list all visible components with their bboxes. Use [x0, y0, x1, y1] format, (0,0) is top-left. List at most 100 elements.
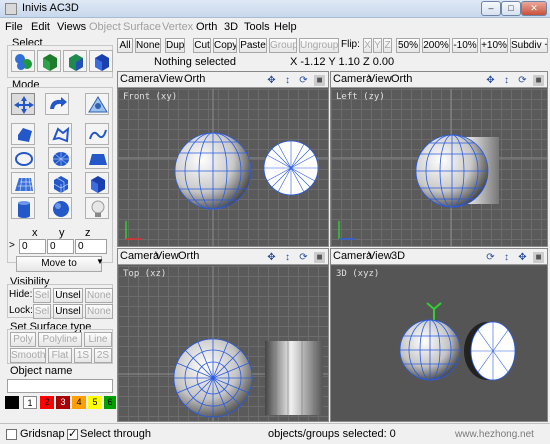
pan-icon[interactable]: ✥ [485, 75, 496, 86]
hide-unsel-button[interactable]: Unsel [53, 288, 83, 303]
lock-unsel-button[interactable]: Unsel [53, 304, 83, 319]
surface-poly-button[interactable]: Poly [10, 332, 36, 347]
palette-swatch-6[interactable]: 6 [104, 396, 116, 409]
copy-button[interactable]: Copy [213, 38, 237, 53]
menu-file[interactable]: File [5, 21, 23, 33]
zoom-icon[interactable]: ↕ [501, 75, 512, 86]
select-groups-tool[interactable] [63, 50, 87, 72]
light-mode-tool[interactable] [85, 93, 109, 115]
menu-help[interactable]: Help [274, 21, 297, 33]
palette-swatch-0[interactable] [5, 396, 19, 409]
x-coord-input[interactable]: 0 [19, 239, 46, 254]
create-grid-box-tool[interactable] [48, 172, 72, 194]
y-coord-input[interactable]: 0 [47, 239, 74, 254]
menu-surface[interactable]: Surface [123, 21, 161, 33]
minimize-button[interactable]: – [481, 1, 501, 16]
viewport-orth-menu[interactable]: Orth [178, 250, 199, 262]
viewport-camera-menu[interactable]: Camera [333, 73, 372, 85]
3d-disk[interactable] [470, 321, 516, 381]
menu-orth[interactable]: Orth [196, 21, 217, 33]
viewport-3d-canvas[interactable]: 3D (xyz) [331, 266, 547, 421]
close-button[interactable]: ✕ [521, 1, 547, 16]
create-mesh-tool[interactable] [11, 172, 35, 194]
left-sphere[interactable] [415, 134, 489, 208]
surface-line-button[interactable]: Line [84, 332, 112, 347]
select-none-button[interactable]: None [135, 38, 161, 53]
hide-sel-button[interactable]: Sel [33, 288, 51, 303]
lock-sel-button[interactable]: Sel [33, 304, 51, 319]
create-circle-tool[interactable] [11, 147, 35, 169]
maximize-viewport-icon[interactable]: ■ [314, 75, 325, 86]
front-sphere[interactable] [174, 132, 252, 210]
surface-polyline-button[interactable]: Polyline [38, 332, 82, 347]
viewport-left-canvas[interactable]: Left (zy) [331, 89, 547, 246]
lock-none-button[interactable]: None [85, 304, 113, 319]
surface-flat-button[interactable]: Flat [48, 348, 72, 363]
zoom-50-button[interactable]: 50% [396, 38, 420, 53]
rotate-icon[interactable]: ⟳ [298, 75, 309, 86]
viewport-front-canvas[interactable]: Front (xy) [118, 89, 328, 246]
viewport-orth-menu[interactable]: Orth [184, 73, 205, 85]
viewport-camera-menu[interactable]: Camera [120, 250, 159, 262]
menu-tools[interactable]: Tools [244, 21, 270, 33]
gridsnap-checkbox[interactable] [6, 429, 17, 440]
surface-2s-button[interactable]: 2S [94, 348, 112, 363]
3d-sphere[interactable] [399, 319, 461, 381]
viewport-top[interactable]: Camera View Orth ✥ ↕ ⟳ ■ Top (xz) [117, 248, 329, 422]
move-to-dropdown-icon[interactable]: ▼ [96, 257, 104, 266]
viewport-3d[interactable]: Camera View 3D ⟳ ↕ ✥ ■ 3D (xyz) [330, 248, 548, 422]
zoom-minus-10-button[interactable]: -10% [452, 38, 478, 53]
palette-swatch-3[interactable]: 3 [56, 396, 70, 409]
viewport-orth-menu[interactable]: Orth [391, 73, 412, 85]
viewport-view-menu[interactable]: View [368, 73, 392, 85]
hide-none-button[interactable]: None [85, 288, 113, 303]
select-surfaces-tool[interactable] [89, 50, 113, 72]
palette-swatch-1[interactable]: 1 [23, 396, 37, 409]
rotate-mode-tool[interactable] [45, 93, 69, 115]
top-sphere[interactable] [173, 338, 253, 418]
create-rectangle-tool[interactable] [85, 147, 109, 169]
zoom-icon[interactable]: ↕ [282, 75, 293, 86]
maximize-viewport-icon[interactable]: ■ [533, 75, 544, 86]
create-polygon-tool[interactable] [11, 123, 35, 145]
create-light-tool[interactable] [85, 197, 109, 219]
create-cylinder-tool[interactable] [11, 197, 35, 219]
surface-smooth-button[interactable]: Smooth [10, 348, 46, 363]
create-polyline-tool[interactable] [48, 123, 72, 145]
ungroup-button[interactable]: Ungroup [299, 38, 339, 53]
rotate-icon[interactable]: ⟳ [517, 75, 528, 86]
select-all-button[interactable]: All [117, 38, 133, 53]
flip-y-button[interactable]: Y [373, 38, 382, 53]
select-objects-tool[interactable] [37, 50, 61, 72]
viewport-left[interactable]: Camera View Orth ✥ ↕ ⟳ ■ Left (zy) [330, 71, 548, 247]
viewport-view-menu[interactable]: View [159, 73, 183, 85]
viewport-view-menu[interactable]: View [368, 250, 392, 262]
duplicate-button[interactable]: Dup [165, 38, 185, 53]
maximize-viewport-icon[interactable]: ■ [533, 252, 544, 263]
group-button[interactable]: Group [269, 38, 297, 53]
front-disk[interactable] [263, 140, 319, 196]
pan-icon[interactable]: ✥ [517, 252, 528, 263]
menu-object[interactable]: Object [89, 21, 121, 33]
cut-button[interactable]: Cut [193, 38, 211, 53]
pan-icon[interactable]: ✥ [266, 75, 277, 86]
viewport-view-menu[interactable]: View [155, 250, 179, 262]
viewport-front[interactable]: Camera View Orth ✥ ↕ ⟳ ■ Front (xy) [117, 71, 329, 247]
move-to-button[interactable]: Move to [16, 256, 102, 272]
viewport-camera-menu[interactable]: Camera [120, 73, 159, 85]
palette-swatch-5[interactable]: 5 [88, 396, 102, 409]
zoom-icon[interactable]: ↕ [282, 252, 293, 263]
flip-z-button[interactable]: Z [383, 38, 392, 53]
viewport-camera-menu[interactable]: Camera [333, 250, 372, 262]
create-disk-tool[interactable] [48, 147, 72, 169]
viewport-3d-menu[interactable]: 3D [391, 250, 405, 262]
menu-edit[interactable]: Edit [31, 21, 50, 33]
paste-button[interactable]: Paste [239, 38, 267, 53]
maximize-button[interactable]: □ [501, 1, 521, 16]
menu-3d[interactable]: 3D [224, 21, 238, 33]
palette-swatch-4[interactable]: 4 [72, 396, 86, 409]
orbit-icon[interactable]: ⟳ [485, 252, 496, 263]
pan-icon[interactable]: ✥ [266, 252, 277, 263]
menu-vertex[interactable]: Vertex [162, 21, 193, 33]
viewport-top-canvas[interactable]: Top (xz) [118, 266, 328, 421]
